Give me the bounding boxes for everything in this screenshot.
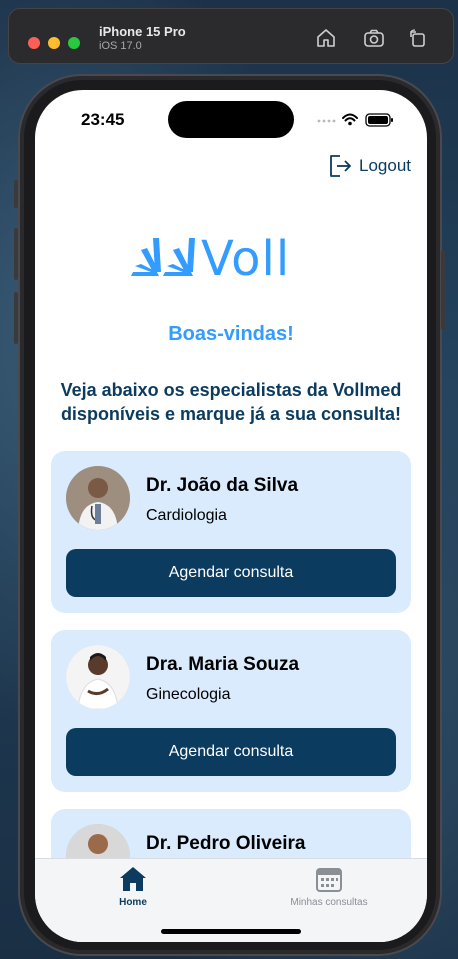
tab-home-label: Home (119, 897, 147, 908)
power-button (441, 250, 445, 330)
tab-appointments-label: Minhas consultas (290, 897, 368, 908)
volume-up-button (14, 228, 18, 280)
tab-bar: Home Minhas consultas (35, 858, 427, 942)
wifi-icon (342, 113, 358, 122)
dynamic-island (168, 101, 294, 138)
volume-down-button (14, 292, 18, 344)
signal-icon (317, 119, 336, 123)
os-version: iOS 17.0 (99, 40, 142, 52)
doctor-avatar (66, 466, 130, 530)
home-icon (120, 867, 146, 891)
doctor-specialty: Cardiologia (146, 507, 227, 524)
logout-label: Logout (359, 156, 411, 175)
logout-button[interactable]: Logout (327, 152, 411, 180)
subtitle-text: Veja abaixo os especialistas da Vollmed … (60, 380, 402, 424)
doctor-name: Dr. Pedro Oliveira (146, 833, 306, 854)
logout-icon (330, 155, 351, 177)
app-screen: 23:45 Logout Voll Boas-vindas! Veja abai… (35, 90, 427, 942)
screenshot-icon[interactable] (363, 27, 385, 49)
action-button (14, 180, 18, 208)
doctor-avatar (66, 645, 130, 709)
doctor-specialty: Ginecologia (146, 686, 231, 703)
welcome-heading: Boas-vindas! (168, 323, 294, 345)
status-time: 23:45 (81, 110, 125, 129)
status-icons (315, 110, 395, 130)
zoom-window-button[interactable] (68, 37, 80, 49)
doctor-name: Dra. Maria Souza (146, 654, 300, 675)
book-appointment-button[interactable]: Agendar consulta (66, 728, 396, 776)
simulator-toolbar: iPhone 15 Pro iOS 17.0 (8, 8, 454, 64)
book-appointment-button[interactable]: Agendar consulta (66, 549, 396, 597)
doctor-card: Dra. Maria Souza Ginecologia Agendar con… (51, 630, 411, 792)
svg-text:Voll: Voll (201, 231, 290, 284)
close-window-button[interactable] (28, 37, 40, 49)
home-icon[interactable] (315, 27, 337, 49)
home-indicator (161, 929, 301, 934)
calendar-icon (316, 868, 342, 892)
tab-appointments[interactable]: Minhas consultas (249, 865, 409, 911)
rotate-icon[interactable] (407, 27, 429, 49)
doctor-card: Dr. João da Silva Cardiologia Agendar co… (51, 451, 411, 613)
minimize-window-button[interactable] (48, 37, 60, 49)
tab-home[interactable]: Home (53, 865, 213, 911)
device-name: iPhone 15 Pro (99, 24, 186, 39)
voll-logo: Voll (131, 228, 331, 287)
battery-icon (365, 113, 393, 127)
doctor-name: Dr. João da Silva (146, 475, 299, 496)
